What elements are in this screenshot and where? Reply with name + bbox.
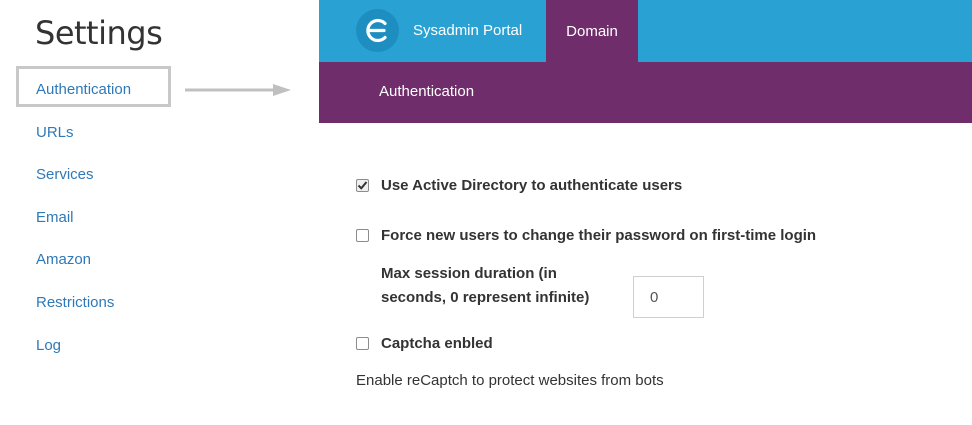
sub-nav-bar: Authentication — [319, 62, 972, 123]
use-ad-label: Use Active Directory to authenticate use… — [381, 177, 683, 194]
logo-e-icon[interactable] — [356, 9, 399, 52]
sidebar-item-restrictions[interactable]: Restrictions — [36, 294, 114, 311]
sidebar-item-urls[interactable]: URLs — [36, 124, 74, 141]
captcha-option: Captcha enbled — [356, 335, 493, 352]
use-ad-checkbox[interactable] — [356, 179, 369, 192]
sidebar-item-email[interactable]: Email — [36, 209, 74, 226]
brand-name[interactable]: Sysadmin Portal — [413, 22, 522, 39]
sidebar-item-services[interactable]: Services — [36, 166, 94, 183]
max-session-label: Max session duration (in seconds, 0 repr… — [381, 265, 590, 306]
top-bar: Sysadmin Portal Domain — [319, 0, 972, 62]
sidebar-item-authentication[interactable]: Authentication — [36, 81, 131, 98]
settings-title: Settings — [35, 14, 163, 52]
use-ad-option: Use Active Directory to authenticate use… — [356, 177, 682, 194]
force-change-checkbox[interactable] — [356, 229, 369, 242]
subnav-item-authentication[interactable]: Authentication — [379, 83, 474, 100]
captcha-checkbox[interactable] — [356, 337, 369, 350]
captcha-label: Captcha enbled — [381, 335, 493, 352]
max-session-input[interactable] — [633, 276, 704, 318]
force-change-label: Force new users to change their password… — [381, 227, 817, 244]
arrow-right-icon — [185, 84, 291, 96]
sidebar-item-log[interactable]: Log — [36, 337, 61, 354]
captcha-help-text: Enable reCaptch to protect websites from… — [356, 372, 664, 389]
force-change-option: Force new users to change their password… — [356, 227, 816, 244]
tab-domain[interactable]: Domain — [546, 0, 638, 62]
checkmark-icon — [357, 181, 368, 190]
sidebar-item-amazon[interactable]: Amazon — [36, 251, 91, 268]
